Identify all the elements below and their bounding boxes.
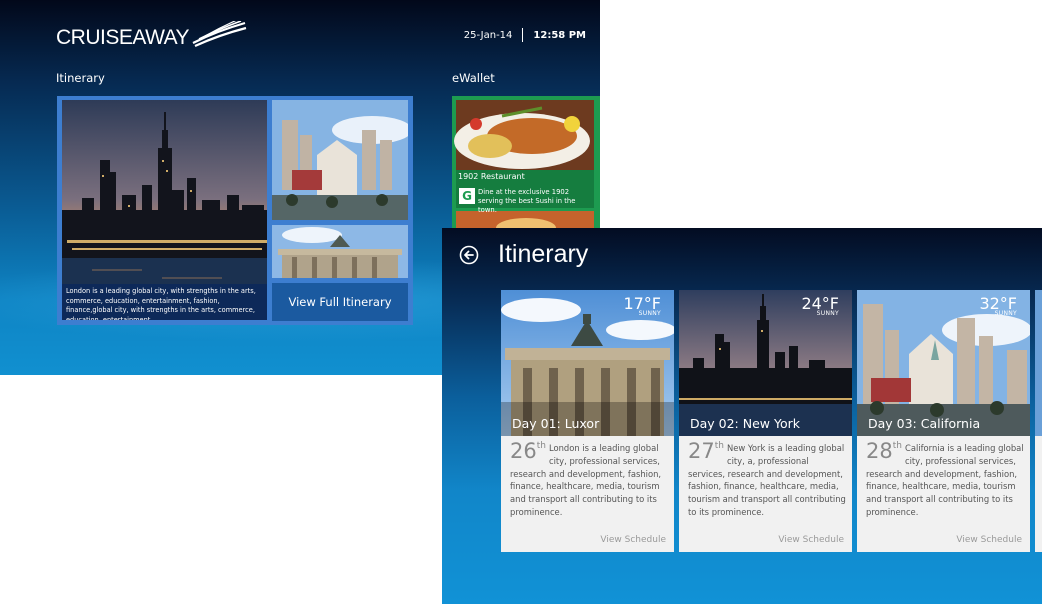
time-text: 12:58 PM — [533, 29, 586, 41]
divider — [522, 28, 524, 42]
tile-caption: London is a leading global city, with st… — [62, 284, 267, 320]
las-vegas-image — [272, 100, 408, 220]
brandenburg-tile[interactable] — [272, 225, 408, 278]
ewallet-heading: eWallet — [452, 71, 495, 85]
brand-logo: CRUISEAWAY — [56, 21, 247, 50]
card-photo: 17°F SUNNY Day 01: Luxor — [501, 290, 674, 436]
itinerary-card-day-2[interactable]: 24°F SUNNY Day 02: New York 27th New Yor… — [679, 290, 852, 552]
brand-name: CRUISEAWAY — [56, 26, 190, 49]
itinerary-card-day-1[interactable]: 17°F SUNNY Day 01: Luxor 26th London is … — [501, 290, 674, 552]
ship-wave-logo-icon — [192, 21, 247, 47]
brandenburg-gate-image — [272, 225, 408, 278]
itinerary-tile-group[interactable]: London is a leading global city, with st… — [57, 96, 413, 325]
card-description: 27th New York is a leading global city, … — [688, 439, 848, 519]
g-badge-icon: G — [459, 188, 475, 204]
card-description: 28th California is a leading global city… — [866, 439, 1026, 519]
card-condition: SUNNY — [816, 310, 839, 317]
view-schedule-link[interactable]: View Schedule — [956, 535, 1022, 545]
itinerary-detail-screen: Itinerary 17°F SUNNY Day 01: Luxor 26th … — [442, 228, 1042, 604]
card-day-label: Day 01: Luxor — [512, 416, 600, 431]
card-condition: SUNNY — [638, 310, 661, 317]
date-text: 25-Jan-14 — [463, 29, 513, 41]
date-time: 25-Jan-14 12:58 PM — [464, 28, 586, 42]
card-date: 27th — [688, 439, 724, 463]
las-vegas-tile[interactable] — [272, 100, 408, 220]
itinerary-heading: Itinerary — [56, 71, 105, 85]
card-condition: SUNNY — [994, 310, 1017, 317]
ewallet-tile[interactable]: 1902 Restaurant G Dine at the exclusive … — [452, 96, 600, 246]
page-title: Itinerary — [498, 240, 589, 268]
ewallet-tile-title: 1902 Restaurant — [458, 172, 525, 181]
itinerary-card-day-4-partial[interactable] — [1035, 290, 1042, 552]
view-schedule-link[interactable]: View Schedule — [600, 535, 666, 545]
card-photo: 32°F SUNNY Day 03: California — [857, 290, 1030, 436]
itinerary-card-day-3[interactable]: 32°F SUNNY Day 03: California 28th Calif… — [857, 290, 1030, 552]
ewallet-tile-text: Dine at the exclusive 1902 serving the b… — [478, 188, 576, 214]
card-photo: 24°F SUNNY Day 02: New York — [679, 290, 852, 436]
card-photo — [1035, 290, 1042, 436]
card-date: 26th — [510, 439, 546, 463]
new-york-tile[interactable]: London is a leading global city, with st… — [62, 100, 267, 320]
card-date: 28th — [866, 439, 902, 463]
view-full-itinerary-button[interactable]: View Full Itinerary — [272, 283, 408, 321]
view-schedule-link[interactable]: View Schedule — [778, 535, 844, 545]
card-day-label: Day 03: California — [868, 416, 981, 431]
card-description: 26th London is a leading global city, pr… — [510, 439, 670, 519]
back-arrow-icon[interactable] — [459, 245, 479, 265]
card-day-label: Day 02: New York — [690, 416, 800, 431]
